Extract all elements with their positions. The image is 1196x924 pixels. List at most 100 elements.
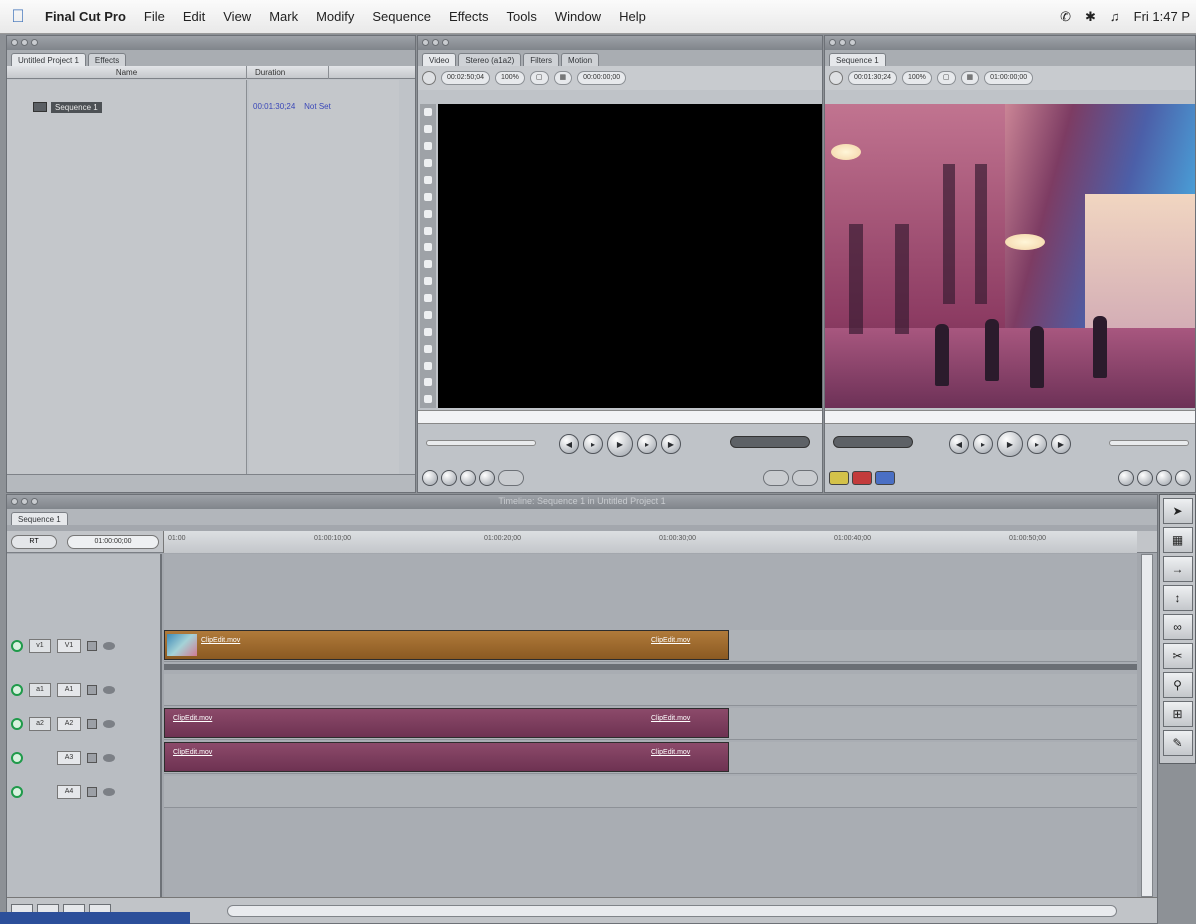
canvas-titlebar[interactable] <box>825 36 1195 50</box>
auto-select-icon[interactable] <box>103 686 115 694</box>
tab-effects[interactable]: Effects <box>87 53 127 66</box>
selection-tool-icon[interactable]: ➤ <box>1162 498 1193 524</box>
audio-clip[interactable]: ClipEdit.mov ClipEdit.mov <box>164 742 729 772</box>
viewer-screen[interactable] <box>438 104 822 408</box>
list-item[interactable]: Sequence 1 <box>33 100 102 114</box>
auto-select-icon[interactable] <box>103 754 115 762</box>
menu-edit[interactable]: Edit <box>174 9 214 24</box>
track-a4[interactable] <box>164 776 1137 808</box>
zoom-button[interactable] <box>31 39 38 46</box>
menu-app[interactable]: Final Cut Pro <box>36 9 135 24</box>
viewer-zoom-popup[interactable]: 100% <box>494 71 525 85</box>
minimize-button[interactable] <box>432 39 439 46</box>
menu-window[interactable]: Window <box>546 9 610 24</box>
canvas-marker-button[interactable] <box>1118 470 1134 486</box>
canvas-duration-timecode[interactable]: 00:01:30;24 <box>848 71 897 85</box>
match-frame-button[interactable] <box>422 470 438 486</box>
track-lock-icon[interactable] <box>87 753 97 763</box>
tab-sequence[interactable]: Sequence 1 <box>829 53 886 66</box>
next-edit-button[interactable]: ▶ <box>661 434 681 454</box>
menu-file[interactable]: File <box>135 9 174 24</box>
timeline-vertical-scrollbar[interactable] <box>1141 554 1153 897</box>
track-select-tool-icon[interactable]: → <box>1162 556 1193 582</box>
close-button[interactable] <box>829 39 836 46</box>
minimize-button[interactable] <box>21 39 28 46</box>
zoom-tool-icon[interactable]: ⚲ <box>1162 672 1193 698</box>
timeline-current-timecode[interactable]: 01:00:00;00 <box>67 535 159 549</box>
menu-effects[interactable]: Effects <box>440 9 498 24</box>
canvas-zoom-popup[interactable]: 100% <box>901 71 932 85</box>
play-around-button[interactable]: ▸ <box>637 434 657 454</box>
source-patch[interactable]: v1 <box>29 639 51 653</box>
auto-select-icon[interactable] <box>103 720 115 728</box>
source-patch[interactable]: a1 <box>29 683 51 697</box>
canvas-keyframe-button[interactable] <box>1137 470 1153 486</box>
zoom-button[interactable] <box>442 39 449 46</box>
add-keyframe-button[interactable] <box>460 470 476 486</box>
viewer-overlay-popup[interactable]: ▦ <box>553 71 573 85</box>
crop-tool-icon[interactable]: ⊞ <box>1162 701 1193 727</box>
play-in-out-button[interactable]: ▸ <box>583 434 603 454</box>
mark-in-out-button[interactable] <box>498 470 524 486</box>
track-audible-icon[interactable] <box>11 786 23 798</box>
track-lock-icon[interactable] <box>87 787 97 797</box>
tab-motion[interactable]: Motion <box>561 53 600 66</box>
browser-titlebar[interactable] <box>7 36 415 50</box>
zoom-button[interactable] <box>849 39 856 46</box>
track-v1[interactable]: ClipEdit.mov ClipEdit.mov <box>164 630 1137 662</box>
viewer-titlebar[interactable] <box>418 36 822 50</box>
canvas-scrubber[interactable] <box>825 410 1195 424</box>
add-marker-button[interactable] <box>479 470 495 486</box>
canvas-jog-wheel[interactable] <box>833 436 913 448</box>
sequence-name[interactable]: Sequence 1 <box>51 101 102 113</box>
menu-tools[interactable]: Tools <box>497 9 545 24</box>
auto-select-icon[interactable] <box>103 788 115 796</box>
timeline-horizontal-scrollbar[interactable] <box>227 905 1117 917</box>
destination-track[interactable]: A3 <box>57 751 81 765</box>
column-duration[interactable]: Duration <box>249 66 329 79</box>
viewer-duration-timecode[interactable]: 00:02:50;04 <box>441 71 490 85</box>
timeline-titlebar[interactable]: Timeline: Sequence 1 in Untitled Project… <box>7 495 1157 509</box>
bluetooth-icon[interactable]: ✱ <box>1085 9 1096 25</box>
mark-clip-button[interactable] <box>441 470 457 486</box>
source-patch[interactable]: a2 <box>29 717 51 731</box>
auto-select-icon[interactable] <box>103 642 115 650</box>
timeline-track-area[interactable]: ClipEdit.mov ClipEdit.mov ClipEdit.mov C… <box>164 554 1137 897</box>
canvas-play-button[interactable]: ▶ <box>997 431 1023 457</box>
phone-icon[interactable]: ✆ <box>1060 9 1071 25</box>
destination-track[interactable]: V1 <box>57 639 81 653</box>
video-clip[interactable]: ClipEdit.mov ClipEdit.mov <box>164 630 729 660</box>
destination-track[interactable]: A2 <box>57 717 81 731</box>
apple-menu-icon[interactable]:  <box>0 6 36 27</box>
canvas-out-button[interactable] <box>1175 470 1191 486</box>
menu-help[interactable]: Help <box>610 9 655 24</box>
play-button[interactable]: ▶ <box>607 431 633 457</box>
viewer-scrubber[interactable] <box>418 410 822 424</box>
menu-sequence[interactable]: Sequence <box>363 9 440 24</box>
shuttle-slider[interactable] <box>426 440 536 446</box>
track-audible-icon[interactable] <box>11 718 23 730</box>
timeline-ruler[interactable]: 01:00 01:00:10;00 01:00:20;00 01:00:30;0… <box>163 531 1137 553</box>
video-audio-divider[interactable] <box>164 664 1137 670</box>
tab-video[interactable]: Video <box>422 53 457 66</box>
pen-tool-icon[interactable]: ✎ <box>1162 730 1193 756</box>
volume-icon[interactable]: ♫ <box>1110 9 1120 24</box>
track-lock-icon[interactable] <box>87 641 97 651</box>
generator-button[interactable] <box>792 470 818 486</box>
canvas-play-around-button[interactable]: ▸ <box>1027 434 1047 454</box>
close-button[interactable] <box>422 39 429 46</box>
track-lock-icon[interactable] <box>87 685 97 695</box>
canvas-view-popup[interactable]: ▢ <box>936 71 956 85</box>
insert-edit-button[interactable] <box>829 471 849 485</box>
track-lock-icon[interactable] <box>87 719 97 729</box>
browser-scrollbar[interactable] <box>7 474 415 492</box>
canvas-video-frame[interactable] <box>825 104 1195 408</box>
close-button[interactable] <box>11 39 18 46</box>
overwrite-edit-button[interactable] <box>852 471 872 485</box>
minimize-button[interactable] <box>839 39 846 46</box>
replace-edit-button[interactable] <box>875 471 895 485</box>
viewer-current-timecode[interactable]: 00:00:00;00 <box>577 71 627 85</box>
canvas-in-button[interactable] <box>1156 470 1172 486</box>
track-audible-icon[interactable] <box>11 684 23 696</box>
rt-popup[interactable]: RT <box>11 535 57 549</box>
